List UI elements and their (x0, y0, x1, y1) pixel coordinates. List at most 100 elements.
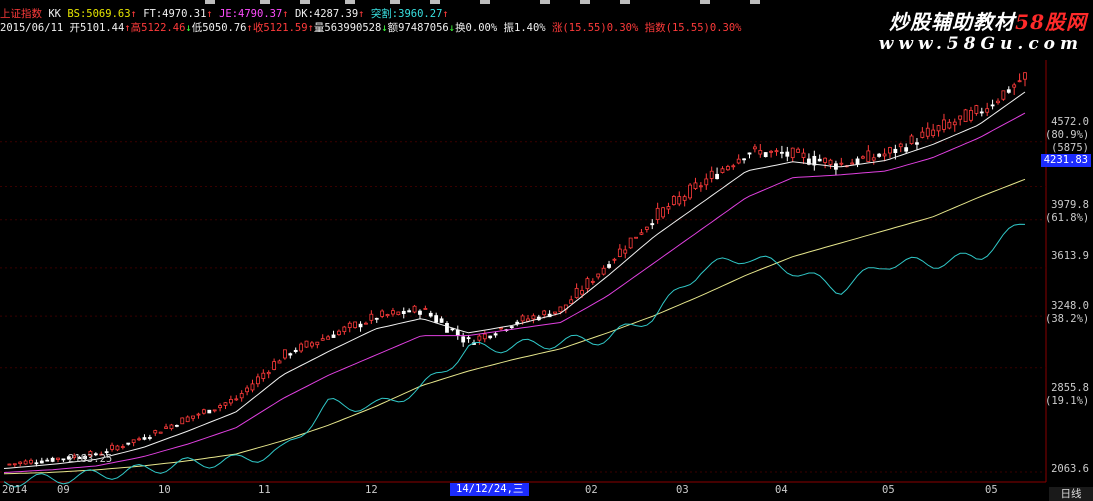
candle-down (904, 147, 909, 152)
candle-up (1012, 84, 1017, 88)
candle-down (147, 437, 152, 439)
close-value: 收5121.59 (252, 22, 308, 34)
candle-up (963, 109, 968, 123)
amount-value: 额97487056 (387, 22, 449, 34)
up-arrow-icon: ↑ (130, 8, 137, 20)
volume-value: 量563990528 (313, 22, 382, 34)
candle-up (888, 147, 892, 154)
candle-down (407, 310, 412, 313)
candle-up (774, 150, 779, 153)
candle-down (401, 310, 406, 315)
candle-up (725, 166, 730, 171)
candle-up (364, 322, 368, 325)
candle-up (250, 383, 255, 391)
candle-up (850, 162, 855, 165)
ma-lines-group (3, 91, 1026, 488)
candle-up (347, 322, 352, 328)
candle-up (18, 461, 23, 464)
candle-up (736, 158, 741, 164)
y-tick-label: 2063.6 (1051, 463, 1089, 475)
ma-line-4 (3, 223, 1026, 488)
y-tick-label: 3248.0 (1051, 300, 1089, 312)
amplitude-value: 振1.40% (503, 22, 546, 34)
x-tick-label: 09 (57, 484, 70, 496)
candle-up (952, 121, 957, 126)
cursor-date-label: 14/12/24,三 (450, 483, 530, 496)
candle-down (742, 158, 746, 161)
candle-up (861, 156, 865, 159)
ft-value: FT:4970.31 (143, 8, 207, 20)
candle-up (553, 311, 557, 314)
candle-up (828, 159, 833, 165)
candle-up (120, 446, 125, 448)
candle-up (326, 336, 331, 340)
candle-up (628, 237, 633, 249)
candle-up (277, 360, 282, 364)
candle-up (677, 196, 682, 205)
candle-down (418, 310, 422, 315)
candle-down (515, 321, 520, 325)
candle-down (763, 152, 768, 158)
candle-up (925, 127, 930, 137)
candle-down (428, 312, 433, 317)
candle-up (115, 445, 120, 451)
candle-up (974, 105, 979, 114)
period-tab-daily[interactable]: 日线 (1049, 487, 1093, 501)
y-tick-label: 4572.0 (1051, 116, 1089, 128)
candle-up (531, 315, 536, 320)
up-arrow-icon: ↑ (358, 8, 365, 20)
turnover-value: 换0.00% (455, 22, 498, 34)
y-tick-label: (61.8%) (1045, 212, 1090, 224)
candle-down (990, 104, 995, 107)
candle-up (1001, 90, 1006, 100)
candle-down (34, 462, 39, 465)
candle-up (931, 129, 936, 136)
candle-up (23, 460, 28, 465)
y-tick-label: 3979.8 (1051, 199, 1089, 211)
dk-value: DK:4287.39 (294, 8, 359, 20)
candlestick-chart[interactable] (0, 0, 1093, 501)
candle-up (839, 162, 844, 165)
candle-up (617, 248, 622, 257)
candle-up (396, 311, 401, 316)
candle-up (158, 431, 163, 434)
candle-up (201, 409, 206, 414)
candle-down (374, 317, 379, 320)
candle-up (272, 361, 277, 370)
candle-up (337, 330, 341, 336)
index-change-value: 指数(15.55)0.30% (644, 22, 742, 34)
x-tick-label: 04 (775, 484, 788, 496)
candle-down (126, 442, 131, 445)
candle-up (655, 207, 660, 220)
candle-up (304, 340, 309, 348)
candle-up (299, 343, 304, 352)
candle-up (801, 152, 806, 158)
watermark-line1a: 炒股辅助教材 (889, 10, 1016, 34)
candle-up (7, 463, 12, 466)
candle-up (709, 170, 714, 179)
candle-up (644, 226, 649, 230)
y-tick-label: (38.2%) (1045, 313, 1090, 325)
ma-line-1 (3, 91, 1026, 469)
candle-up (477, 335, 482, 341)
candle-up (942, 119, 946, 130)
candle-up (369, 313, 374, 321)
candle-up (245, 387, 249, 393)
low-price-marker: 2183.25 (68, 453, 113, 465)
candle-up (315, 341, 320, 346)
candle-up (866, 150, 871, 162)
candle-up (261, 372, 266, 379)
candle-up (731, 165, 736, 168)
index-name: 上证指数 (0, 8, 42, 20)
candle-up (137, 438, 141, 441)
candle-up (634, 236, 638, 239)
candle-up (558, 306, 563, 313)
candle-down (450, 328, 455, 331)
candle-down (715, 173, 719, 180)
candle-up (185, 416, 190, 423)
candle-up (283, 349, 287, 359)
candle-up (131, 439, 136, 444)
candle-down (877, 153, 882, 157)
candle-up (266, 371, 271, 375)
candle-down (1006, 89, 1011, 93)
